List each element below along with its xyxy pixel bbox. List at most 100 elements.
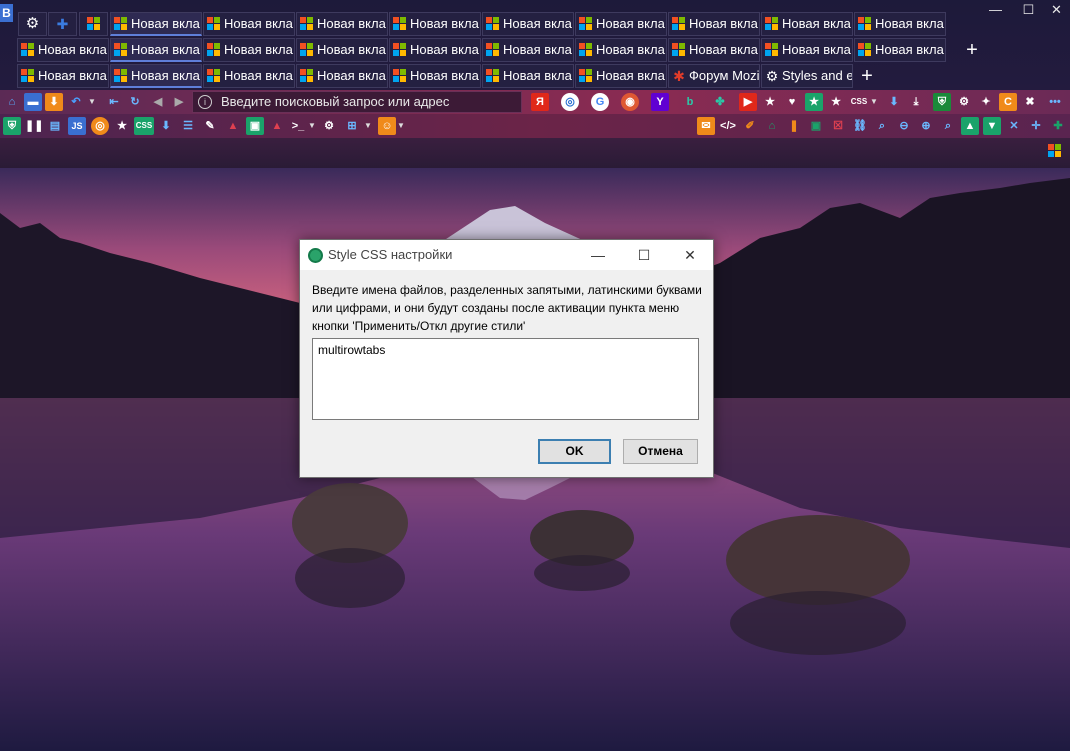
collapse-icon[interactable]: ✕ [1005, 117, 1023, 135]
image-icon[interactable]: ▣ [246, 117, 264, 135]
star-icon[interactable]: ★ [113, 117, 131, 135]
tab-new[interactable]: Новая вкла [389, 38, 481, 62]
pinned-tab-settings[interactable]: ⚙ [18, 12, 47, 36]
drive-icon[interactable]: ▬ [24, 93, 42, 111]
code-icon[interactable]: </> [719, 117, 737, 135]
star-box-icon[interactable]: ★ [805, 93, 823, 111]
dialog-titlebar[interactable]: Style CSS настройки — ☐ ✕ [300, 240, 713, 270]
tab-new[interactable]: Новая вкла [389, 64, 481, 88]
tab-new[interactable]: Новая вкла [296, 38, 388, 62]
cancel-box-icon[interactable]: ☒ [829, 117, 847, 135]
target-icon[interactable]: ◎ [91, 117, 109, 135]
tab-new[interactable]: Новая вкла [668, 38, 760, 62]
home-icon[interactable]: ⌂ [3, 93, 21, 111]
tab-new[interactable]: Новая вкла [17, 64, 109, 88]
chevron-down-icon[interactable]: ▼ [869, 93, 879, 111]
chevron-down-icon[interactable]: ▼ [363, 117, 373, 135]
tab-new[interactable]: Новая вкла [110, 38, 202, 62]
tab-new[interactable]: Новая вкла [854, 12, 946, 36]
forward-icon[interactable]: ▶ [170, 93, 188, 111]
shield-icon[interactable]: ⛨ [3, 117, 21, 135]
dialog-close-button[interactable]: ✕ [667, 240, 713, 270]
tab-new[interactable]: Новая вкла [575, 38, 667, 62]
tab-new[interactable]: Новая вкла [761, 12, 853, 36]
tab-new[interactable]: Новая вкла [110, 12, 202, 36]
new-tab-button[interactable]: + [961, 40, 983, 60]
brush-icon[interactable]: ✎ [201, 117, 219, 135]
yahoo-icon[interactable]: Y [651, 93, 669, 111]
video-icon[interactable]: ▶ [739, 93, 757, 111]
puzzle-icon[interactable]: ✚ [1049, 117, 1067, 135]
css-icon[interactable]: CSS [848, 93, 870, 111]
list-icon[interactable]: ☰ [179, 117, 197, 135]
globe-icon[interactable]: ◎ [561, 93, 579, 111]
tab-styles[interactable]: ⚙ Styles and e [761, 64, 853, 88]
car-icon[interactable]: ▲ [224, 117, 242, 135]
chevron-down-icon[interactable]: ▼ [396, 117, 406, 135]
c-icon[interactable]: C [999, 93, 1017, 111]
mail-icon[interactable]: ✉ [697, 117, 715, 135]
bing-icon[interactable]: b [681, 93, 699, 111]
duckduckgo-icon[interactable]: ◉ [621, 93, 639, 111]
ublock-icon[interactable]: ⛨ [933, 93, 951, 111]
js-icon[interactable]: JS [68, 117, 86, 135]
tab-new[interactable]: Новая вкла [203, 12, 295, 36]
tab-new[interactable]: Новая вкла [761, 38, 853, 62]
tools-icon[interactable]: ✖ [1021, 93, 1039, 111]
bookmark-icon[interactable]: ❚ [785, 117, 803, 135]
google-icon[interactable]: G [591, 93, 609, 111]
user-icon[interactable]: ☺ [378, 117, 396, 135]
tab-new[interactable]: Новая вкла [482, 12, 574, 36]
tab-new[interactable]: Новая вкла [203, 38, 295, 62]
app-menu-badge[interactable]: B [0, 4, 13, 22]
window-close-button[interactable]: ✕ [1043, 0, 1070, 20]
dialog-minimize-button[interactable]: — [575, 240, 621, 270]
chart-icon[interactable]: ▤ [46, 117, 64, 135]
filenames-input[interactable]: multirowtabs [312, 338, 699, 420]
yandex-icon[interactable]: Я [531, 93, 549, 111]
home-lock-icon[interactable]: ⌂ [763, 117, 781, 135]
tab-new[interactable]: Новая вкла [668, 12, 760, 36]
gear-icon[interactable]: ⚙ [955, 93, 973, 111]
dialog-maximize-button[interactable]: ☐ [621, 240, 667, 270]
tab-new[interactable]: Новая вкла [482, 38, 574, 62]
tab-new[interactable]: Новая вкла [389, 12, 481, 36]
image-icon[interactable]: ▣ [807, 117, 825, 135]
new-tab-button[interactable]: + [856, 66, 878, 86]
heart-icon[interactable]: ♥ [783, 93, 801, 111]
cancel-button[interactable]: Отмена [623, 439, 698, 464]
tab-new[interactable]: Новая вкла [17, 38, 109, 62]
search-icon[interactable]: ⌕ [873, 117, 891, 135]
chevron-down-icon[interactable]: ▼ [87, 93, 97, 111]
arrow-up-icon[interactable]: ▲ [961, 117, 979, 135]
more-icon[interactable]: ••• [1046, 93, 1064, 111]
back-icon[interactable]: ◀ [149, 93, 167, 111]
tab-new[interactable]: Новая вкла [575, 64, 667, 88]
download-icon[interactable]: ⬇ [157, 117, 175, 135]
search-icon[interactable]: ⌕ [939, 117, 957, 135]
save-icon[interactable]: ⤓ [907, 93, 925, 111]
first-page-icon[interactable]: ⇤ [105, 93, 123, 111]
gear-icon[interactable]: ⚙ [320, 117, 338, 135]
expand-icon[interactable]: ✛ [1027, 117, 1045, 135]
tiles-icon[interactable] [1048, 144, 1061, 157]
tab-new-selected[interactable]: Новая вкла [110, 64, 202, 88]
pinned-tab-addons[interactable]: ✚ [48, 12, 77, 36]
download-icon[interactable]: ⬇ [45, 93, 63, 111]
tab-forum[interactable]: ✱ Форум Mozi [668, 64, 760, 88]
zoom-in-icon[interactable]: ⊕ [917, 117, 935, 135]
tab-new[interactable]: Новая вкла [854, 38, 946, 62]
info-icon[interactable]: i [198, 95, 212, 109]
tab-new[interactable]: Новая вкла [482, 64, 574, 88]
sitemap-icon[interactable]: ⊞ [343, 117, 361, 135]
tab-new[interactable]: Новая вкла [296, 12, 388, 36]
window-maximize-button[interactable]: ☐ [1015, 0, 1042, 20]
pen-icon[interactable]: ✐ [741, 117, 759, 135]
puzzle-icon[interactable]: ✤ [711, 93, 729, 111]
terminal-icon[interactable]: >_ [289, 117, 307, 135]
css-icon[interactable]: CSS [134, 117, 154, 135]
reload-icon[interactable]: ↻ [126, 93, 144, 111]
url-bar[interactable]: i Введите поисковый запрос или адрес [192, 91, 522, 113]
pause-icon[interactable]: ❚❚ [25, 117, 43, 135]
pinned-tab-newtab[interactable] [79, 12, 108, 36]
